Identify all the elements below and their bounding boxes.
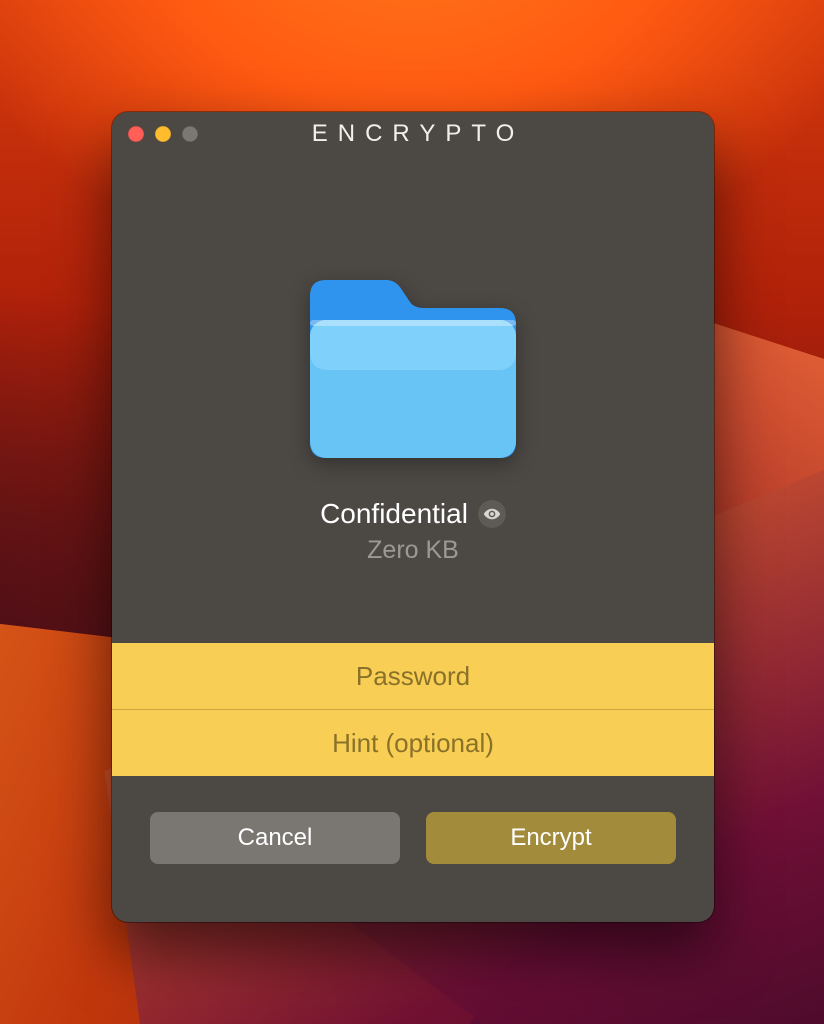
credentials-panel xyxy=(112,643,714,776)
cancel-button[interactable]: Cancel xyxy=(150,812,400,864)
reveal-button[interactable] xyxy=(478,500,506,528)
hint-input[interactable] xyxy=(140,727,686,760)
encrypto-window: ENCRYPTO Confidential xyxy=(112,112,714,922)
hint-row xyxy=(112,709,714,776)
file-name: Confidential xyxy=(320,498,468,530)
eye-icon xyxy=(483,505,501,523)
app-title: ENCRYPTO xyxy=(112,120,714,148)
action-buttons: Cancel Encrypt xyxy=(112,776,714,898)
desktop-background: ENCRYPTO Confidential xyxy=(0,0,824,1024)
encrypt-button[interactable]: Encrypt xyxy=(426,812,676,864)
folder-icon xyxy=(298,266,528,466)
titlebar: ENCRYPTO xyxy=(112,112,714,158)
password-row xyxy=(112,643,714,709)
file-size: Zero KB xyxy=(367,536,459,565)
password-input[interactable] xyxy=(140,660,686,693)
file-info-line: Confidential xyxy=(320,498,506,530)
